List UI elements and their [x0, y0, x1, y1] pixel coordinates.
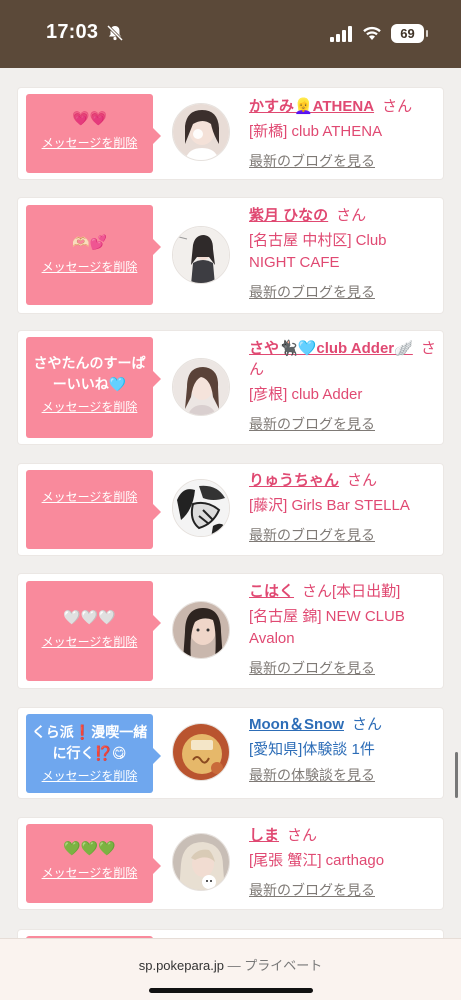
name-suffix: さん[本日出勤] — [302, 583, 401, 600]
review-info: [愛知県]体験談 1件 — [249, 741, 375, 758]
cellular-signal-icon — [330, 26, 352, 42]
delete-message-link[interactable]: メッセージを削除 — [26, 135, 153, 151]
latest-review-link[interactable]: 最新の体験談を見る — [249, 765, 375, 785]
user-name-link[interactable]: さや🐈‍⬛🩵club Adder🪽 — [249, 340, 413, 357]
name-suffix: さん — [347, 472, 378, 489]
message-text: 💚💚💚 — [63, 840, 116, 856]
shop-info: [名古屋 錦] NEW CLUB Avalon — [249, 608, 405, 647]
avatar[interactable] — [172, 833, 230, 891]
shop-info: [彦根] club Adder — [249, 386, 363, 403]
avatar[interactable] — [172, 103, 230, 161]
message-text: くら派❗️漫喫一緒に行く⁉️😋 — [31, 724, 148, 761]
list-item: さやたんのすーぱーいいね🩵 メッセージを削除 さや🐈‍⬛🩵club Adder🪽… — [18, 331, 443, 444]
delete-message-link[interactable]: メッセージを削除 — [26, 768, 153, 784]
name-suffix: さん — [382, 98, 413, 115]
shop-info: [名古屋 中村区] Club NIGHT CAFE — [249, 232, 387, 271]
list-item: 💚💚💚 メッセージを削除 しま さん [尾張 蟹江] carthago 最新のブロ… — [18, 818, 443, 909]
list-item: 💗💗 メッセージを削除 かすみ👱‍♀️ATHENA さん [新橋] club AT… — [18, 88, 443, 179]
delete-message-link[interactable]: メッセージを削除 — [26, 634, 153, 650]
domain-text: sp.pokepara.jp — [138, 958, 225, 973]
latest-blog-link[interactable]: 最新のブログを見る — [249, 151, 375, 171]
shop-info: [尾張 蟹江] carthago — [249, 852, 385, 869]
shop-info: [新橋] club ATHENA — [249, 123, 383, 140]
latest-blog-link[interactable]: 最新のブログを見る — [249, 525, 375, 545]
message-bubble: 💗💗 メッセージを削除 — [26, 94, 161, 173]
user-name-link[interactable]: しま — [249, 827, 279, 844]
name-suffix: さん — [336, 207, 367, 224]
list-item: くら派❗️漫喫一緒に行く⁉️😋 メッセージを削除 Moon＆Snow さん [愛知… — [18, 708, 443, 798]
message-text: さやたんのすーぱーいいね🩵 — [33, 355, 146, 392]
list-item: 🤍🤍🤍 メッセージを削除 こはく さん[本日出勤] [名古屋 錦] NEW CLU… — [18, 574, 443, 688]
delete-message-link[interactable]: メッセージを削除 — [26, 865, 153, 881]
message-text: 🫶🏻💕 — [72, 234, 107, 250]
list-item: 🫶🏻💕 メッセージを削除 紫月 ひなの さん [名古屋 中村区] Club NIG… — [18, 198, 443, 313]
message-bubble: くら派❗️漫喫一緒に行く⁉️😋 メッセージを削除 — [26, 714, 161, 793]
user-name-link[interactable]: こはく — [249, 583, 294, 600]
user-name-link[interactable]: かすみ👱‍♀️ATHENA — [249, 98, 374, 115]
delete-message-link[interactable]: メッセージを削除 — [26, 489, 153, 505]
avatar[interactable] — [172, 226, 230, 284]
delete-message-link[interactable]: メッセージを削除 — [26, 259, 153, 275]
list-item: メッセージを削除 りゅうちゃん さん [藤沢] Girls Bar STELLA … — [18, 464, 443, 555]
latest-blog-link[interactable]: 最新のブログを見る — [249, 658, 375, 678]
browser-address-bar[interactable]: sp.pokepara.jp — プライベート — [0, 938, 461, 1000]
private-mode-label: — プライベート — [227, 958, 323, 973]
message-bubble: メッセージを削除 — [26, 470, 161, 549]
message-bubble: 🫶🏻💕 メッセージを削除 — [26, 205, 161, 305]
message-list[interactable]: 💗💗 メッセージを削除 かすみ👱‍♀️ATHENA さん [新橋] club AT… — [0, 68, 461, 938]
url-display[interactable]: sp.pokepara.jp — プライベート — [0, 955, 461, 974]
user-name-link[interactable]: りゅうちゃん — [249, 472, 339, 489]
battery-level: 69 — [391, 24, 428, 43]
home-indicator[interactable] — [149, 988, 313, 993]
message-text: 💗💗 — [72, 110, 107, 126]
bell-muted-icon — [106, 24, 124, 42]
name-suffix: さん — [351, 716, 382, 733]
latest-blog-link[interactable]: 最新のブログを見る — [249, 282, 375, 302]
avatar[interactable] — [172, 358, 230, 416]
name-suffix: さん — [287, 827, 318, 844]
message-bubble: さやたんのすーぱーいいね🩵 メッセージを削除 — [26, 337, 161, 438]
delete-message-link[interactable]: メッセージを削除 — [26, 399, 153, 415]
message-bubble: 💚💚💚 メッセージを削除 — [26, 824, 161, 903]
latest-blog-link[interactable]: 最新のブログを見る — [249, 880, 375, 900]
shop-info: [藤沢] Girls Bar STELLA — [249, 497, 410, 514]
avatar[interactable] — [172, 601, 230, 659]
avatar[interactable] — [172, 479, 230, 537]
status-bar: 17:03 69 — [0, 0, 461, 68]
scrollbar-thumb[interactable] — [455, 752, 458, 798]
list-item-partial — [18, 930, 443, 938]
message-text: 🤍🤍🤍 — [63, 609, 116, 625]
wifi-icon — [363, 26, 381, 40]
status-time: 17:03 — [46, 21, 99, 43]
latest-blog-link[interactable]: 最新のブログを見る — [249, 414, 375, 434]
user-name-link[interactable]: Moon＆Snow — [249, 716, 344, 733]
message-bubble: 🤍🤍🤍 メッセージを削除 — [26, 581, 161, 681]
avatar[interactable] — [172, 723, 230, 781]
user-name-link[interactable]: 紫月 ひなの — [249, 207, 328, 224]
